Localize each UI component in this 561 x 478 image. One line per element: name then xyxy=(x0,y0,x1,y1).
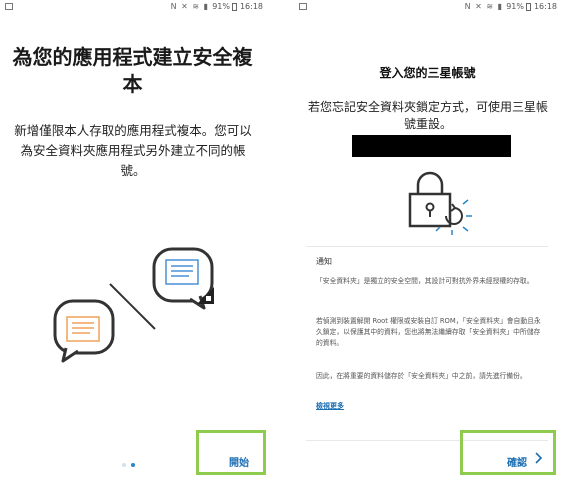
notice-paragraph: 若偵測到裝置解開 Root 權限或安裝自訂 ROM，「安全資料夾」會自動且永久鎖… xyxy=(316,317,541,347)
notice-title: 通知 xyxy=(316,257,332,266)
confirm-button-label: 確認 xyxy=(507,458,527,469)
divider xyxy=(306,246,548,247)
notice-paragraph: 因此，在將重要的資料儲存於「安全資料夾」中之前，請先進行備份。 xyxy=(316,372,527,380)
image-notification-icon xyxy=(5,3,13,10)
page-title: 登入您的三星帳號 xyxy=(379,66,476,80)
image-notification-icon xyxy=(299,3,307,10)
battery-icon xyxy=(526,3,531,11)
page-dot xyxy=(122,463,126,467)
chat-bubble-orange-icon xyxy=(53,299,115,363)
lock-reset-icon xyxy=(408,171,472,235)
status-icons: N ✕ ≋ ▮ xyxy=(464,2,503,11)
status-bar: N ✕ ≋ ▮ 91% 16:18 xyxy=(294,0,561,14)
redacted-account xyxy=(352,135,511,157)
page-description: 新增僅限本人存取的應用程式複本。您可以為安全資料夾應用程式另外建立不同的帳號。 xyxy=(14,123,252,178)
view-more-link[interactable]: 檢視更多 xyxy=(316,401,344,411)
battery-level: 91% xyxy=(212,2,230,11)
status-bar: N ✕ ≋ ▮ 91% 16:18 xyxy=(0,0,267,14)
clock: 16:18 xyxy=(239,2,263,11)
status-icons: N ✕ ≋ ▮ xyxy=(170,2,209,11)
start-button-label: 開始 xyxy=(229,458,249,469)
confirm-button[interactable]: 確認 xyxy=(460,430,556,475)
chevron-right-icon xyxy=(535,452,543,464)
page-dot-active xyxy=(131,463,135,467)
samsung-account-screen: N ✕ ≋ ▮ 91% 16:18 登入您的三星帳號 若您忘記安全資料夾鎖定方式… xyxy=(294,0,561,478)
notice-paragraph: 「安全資料夾」是獨立的安全空間，其設計可對抗外界未經授權的存取。 xyxy=(316,277,534,285)
clock: 16:18 xyxy=(533,2,557,11)
page-title: 為您的應用程式建立安全複本 xyxy=(12,45,253,96)
battery-icon xyxy=(232,3,237,11)
secure-folder-intro-screen: N ✕ ≋ ▮ 91% 16:18 為您的應用程式建立安全複本 新增僅限本人存取… xyxy=(0,0,267,478)
chat-bubbles-illustration xyxy=(53,247,214,363)
page-description: 若您忘記安全資料夾鎖定方式，可使用三星帳號重設。 xyxy=(307,100,548,131)
chat-bubble-blue-locked-icon xyxy=(152,247,214,310)
start-button[interactable]: 開始 xyxy=(196,430,266,475)
battery-level: 91% xyxy=(506,2,524,11)
page-indicator xyxy=(122,452,140,471)
divider-line xyxy=(109,283,156,330)
